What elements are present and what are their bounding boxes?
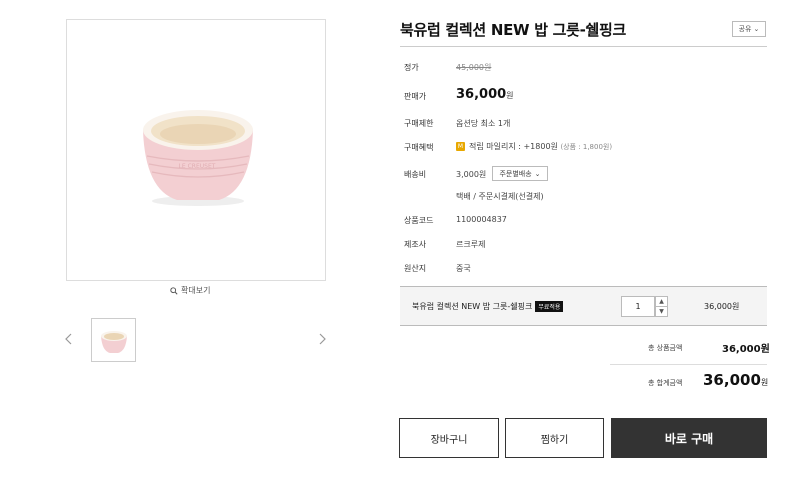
shipping-method: 택배 / 주문시결제(선결제) xyxy=(456,192,544,201)
list-price-label: 정가 xyxy=(404,63,419,72)
quantity-decrease-button[interactable]: ▼ xyxy=(655,306,668,317)
origin-value: 중국 xyxy=(456,264,471,273)
maker-value: 르크루제 xyxy=(456,240,486,249)
svg-text:LE CREUSET: LE CREUSET xyxy=(179,163,216,170)
sale-price-unit: 원 xyxy=(506,91,514,100)
chevron-left-icon[interactable] xyxy=(64,332,74,346)
benefit-value: M 적립 마일리지 : +1800원 (상품 : 1,800원) xyxy=(456,141,612,152)
grand-total-value: 36,000 xyxy=(703,371,761,389)
benefit-label: 구매혜택 xyxy=(404,143,434,152)
buy-now-button[interactable]: 바로 구매 xyxy=(611,418,767,458)
selected-option: 북유럽 컬렉션 NEW 밥 그릇-쉘핑크무료적용 ▲ ▼ 36,000원 xyxy=(400,286,767,326)
chevron-right-icon[interactable] xyxy=(317,332,327,346)
benefit-note: (상품 : 1,800원) xyxy=(560,143,613,151)
purchase-limit-value: 옵션당 최소 1개 xyxy=(456,119,511,128)
maker-label: 제조사 xyxy=(404,240,427,249)
origin-label: 원산지 xyxy=(404,264,427,273)
mileage-icon: M xyxy=(456,142,465,151)
product-total-value: 36,000원 xyxy=(722,344,770,355)
magnifier-icon xyxy=(170,286,178,295)
product-total-label: 총 상품금액 xyxy=(648,344,683,352)
shipping-option-value: 주문별배송 xyxy=(499,169,532,178)
purchase-limit-label: 구매제한 xyxy=(404,119,434,128)
thumbnail-1[interactable] xyxy=(91,318,136,362)
grand-total-unit: 원 xyxy=(760,378,769,387)
zoom-link[interactable]: 확대보기 xyxy=(170,285,210,296)
shipping-label: 배송비 xyxy=(404,170,427,179)
quantity-input[interactable] xyxy=(621,296,655,317)
bowl-image: LE CREUSET xyxy=(143,110,253,206)
sale-price-label: 판매가 xyxy=(404,92,427,101)
benefit-text: 적립 마일리지 : +1800원 xyxy=(469,142,558,151)
product-main-image[interactable]: LE CREUSET xyxy=(66,19,326,281)
grand-total-label: 총 합계금액 xyxy=(648,379,683,387)
bowl-thumbnail-image xyxy=(101,331,127,353)
option-price: 36,000원 xyxy=(704,302,740,311)
share-button[interactable]: 공유 ⌄ xyxy=(732,21,766,37)
wishlist-button[interactable]: 찜하기 xyxy=(505,418,604,458)
add-to-cart-button[interactable]: 장바구니 xyxy=(399,418,499,458)
sale-price-value: 36,000 xyxy=(456,87,507,102)
product-title: 북유럽 컬렉션 NEW 밥 그릇-쉘핑크 xyxy=(400,21,627,39)
sale-price: 36,000원 xyxy=(456,87,514,102)
grand-total: 36,000원 xyxy=(703,371,768,389)
option-name: 북유럽 컬렉션 NEW 밥 그릇-쉘핑크 무료적용 xyxy=(412,301,564,312)
product-code-label: 상품코드 xyxy=(404,216,434,225)
share-label: 공유 xyxy=(738,25,752,33)
chevron-down-icon: ⌄ xyxy=(534,169,541,178)
option-name-text: 북유럽 컬렉션 NEW 밥 그릇-쉘핑크 xyxy=(412,302,533,311)
option-badge: 무료적용 xyxy=(535,301,564,312)
divider xyxy=(400,46,767,47)
divider xyxy=(610,364,767,365)
shipping-option-select[interactable]: 주문별배송 ⌄ xyxy=(492,166,548,181)
product-code-value: 1100004837 xyxy=(456,215,507,224)
list-price-value: 45,000원 xyxy=(456,63,492,72)
zoom-label: 확대보기 xyxy=(181,286,211,295)
shipping-fee: 3,000원 xyxy=(456,170,487,179)
chevron-down-icon: ⌄ xyxy=(753,25,760,33)
